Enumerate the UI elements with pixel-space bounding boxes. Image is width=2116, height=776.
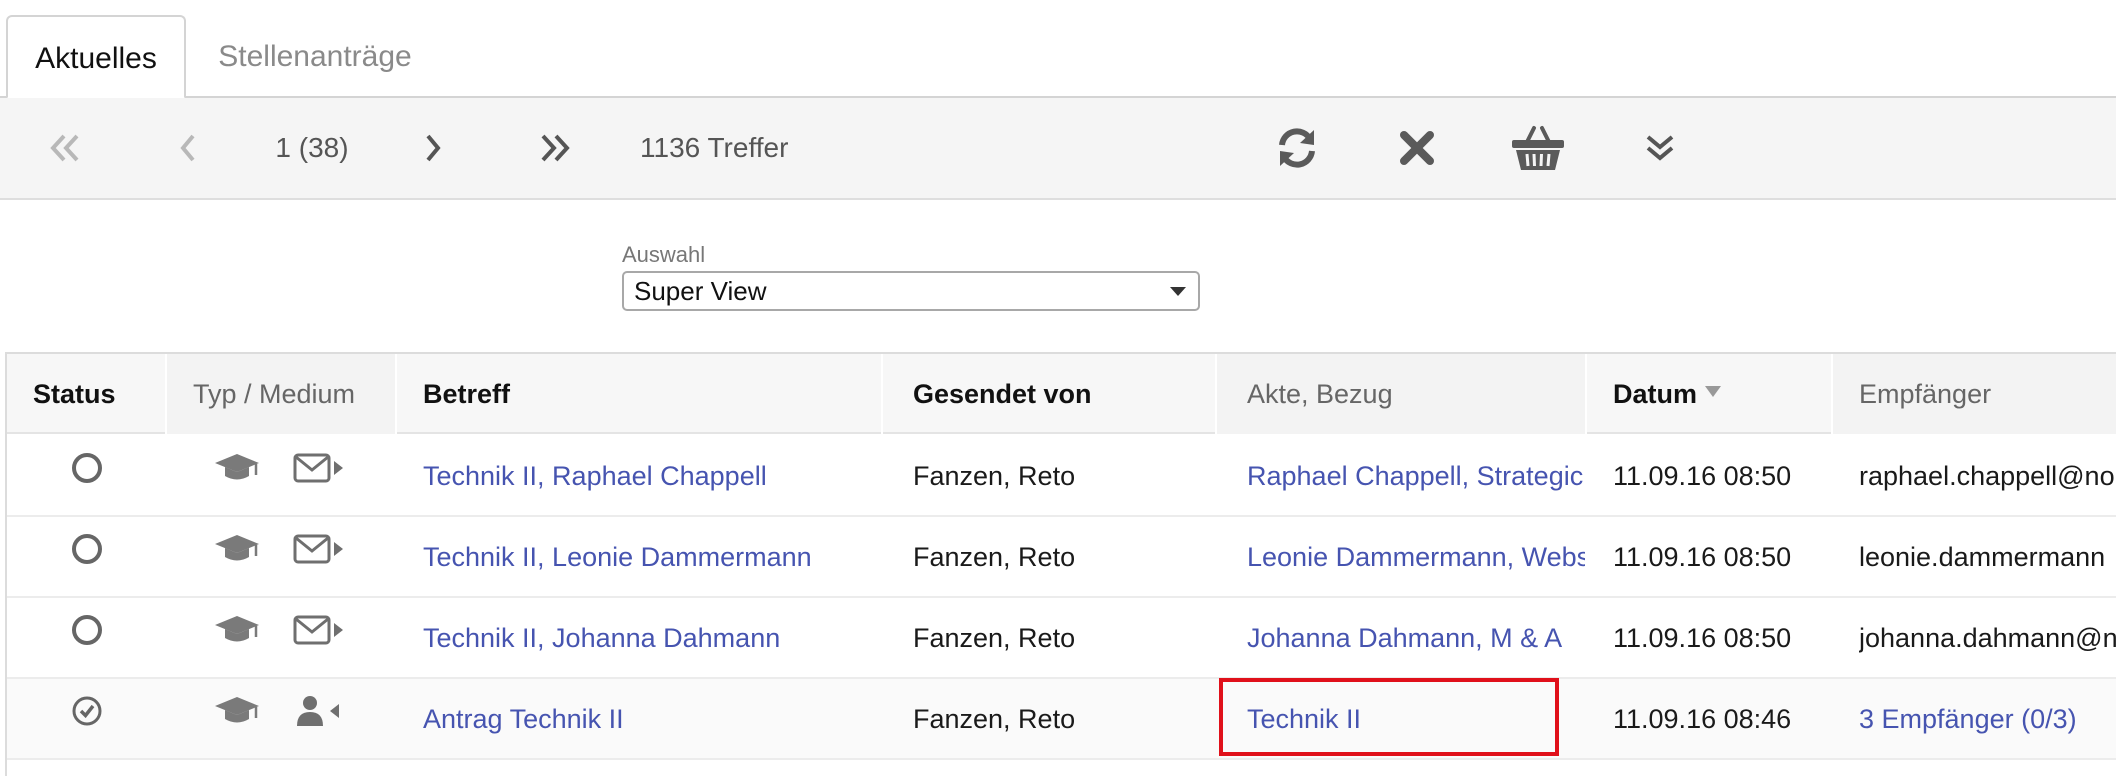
chevron-down-icon — [1170, 287, 1186, 296]
table-row[interactable]: Technik II, Leonie Dammermann Fanzen, Ret… — [7, 517, 2116, 598]
betreff-link[interactable]: Technik II, Raphael Chappell — [423, 436, 873, 516]
column-gesendet-von[interactable]: Gesendet von — [883, 354, 1217, 434]
gesendet-von-value: Fanzen, Reto — [913, 542, 1076, 572]
status-cell — [7, 517, 167, 597]
circle-empty-icon — [70, 517, 104, 597]
graduation-cap-icon — [214, 598, 260, 678]
sort-desc-icon — [1705, 386, 1722, 398]
basket-button[interactable] — [1508, 98, 1568, 198]
circle-empty-icon — [70, 436, 104, 516]
datum-value: 11.09.16 08:50 — [1613, 623, 1792, 653]
medium-cell — [279, 436, 359, 516]
envelope-outgoing-icon — [293, 436, 345, 516]
gesendet-von-value: Fanzen, Reto — [913, 704, 1076, 734]
envelope-outgoing-icon — [293, 598, 345, 678]
column-typ-medium[interactable]: Typ / Medium — [167, 354, 397, 434]
toolbar: 1 (38) 1136 Treffer — [0, 98, 2116, 200]
type-cell — [197, 598, 277, 678]
page-indicator: 1 (38) — [275, 132, 349, 163]
view-select-value: Super View — [634, 276, 767, 306]
type-cell — [197, 517, 277, 597]
person-incoming-icon — [293, 679, 345, 759]
table-row[interactable]: Technik II, Raphael Chappell Fanzen, Reto… — [7, 436, 2116, 517]
graduation-cap-icon — [214, 679, 260, 759]
selection-label: Auswahl — [622, 242, 706, 267]
gesendet-von-value: Fanzen, Reto — [913, 623, 1076, 653]
datum-value: 11.09.16 08:46 — [1613, 704, 1792, 734]
first-page-button[interactable] — [40, 98, 90, 198]
status-cell — [7, 598, 167, 678]
akte-link[interactable]: Johanna Dahmann, M & A — [1247, 598, 1585, 678]
chevron-left-icon — [180, 134, 195, 162]
empfaenger-value: johanna.dahmann@n — [1859, 623, 2116, 653]
column-akte-bezug[interactable]: Akte, Bezug — [1217, 354, 1587, 434]
column-datum[interactable]: Datum — [1587, 354, 1833, 434]
medium-cell — [279, 517, 359, 597]
column-betreff[interactable]: Betreff — [397, 354, 883, 434]
hit-count: 1136 Treffer — [640, 132, 789, 163]
last-page-button[interactable] — [530, 98, 580, 198]
double-chevron-left-icon — [50, 134, 79, 162]
close-icon — [1400, 131, 1434, 165]
tab-aktuelles[interactable]: Aktuelles — [6, 15, 186, 99]
betreff-link[interactable]: Antrag Technik II — [423, 679, 873, 759]
akte-link[interactable]: Raphael Chappell, Strategic I — [1247, 436, 1585, 516]
status-cell — [7, 679, 167, 759]
type-cell — [197, 679, 277, 759]
column-empfaenger[interactable]: Empfänger — [1833, 354, 2116, 434]
status-cell — [7, 436, 167, 516]
circle-empty-icon — [70, 598, 104, 678]
table-row[interactable]: Antrag Technik II Fanzen, Reto Technik II 1… — [7, 679, 2116, 760]
refresh-icon — [1279, 128, 1315, 168]
graduation-cap-icon — [214, 517, 260, 597]
gesendet-von-value: Fanzen, Reto — [913, 461, 1076, 491]
refresh-button[interactable] — [1270, 98, 1324, 198]
clear-button[interactable] — [1392, 98, 1442, 198]
next-page-button[interactable] — [413, 98, 453, 198]
double-chevron-right-icon — [541, 134, 570, 162]
graduation-cap-icon — [214, 436, 260, 516]
datum-value: 11.09.16 08:50 — [1613, 461, 1792, 491]
tab-stellenantraege[interactable]: Stellenanträge — [200, 15, 430, 99]
circle-check-icon — [70, 679, 104, 759]
tab-bar: Aktuelles Stellenanträge — [0, 0, 2116, 99]
akte-link[interactable]: Leonie Dammermann, Webs — [1247, 517, 1585, 597]
type-cell — [197, 436, 277, 516]
table-row[interactable]: Technik II, Johanna Dahmann Fanzen, Reto J… — [7, 598, 2116, 679]
medium-cell — [279, 598, 359, 678]
basket-icon — [1512, 126, 1564, 170]
view-select[interactable]: Super View — [622, 271, 1200, 311]
column-status[interactable]: Status — [7, 354, 167, 434]
empfaenger-value: raphael.chappell@nor — [1859, 461, 2116, 491]
expand-button[interactable] — [1640, 98, 1680, 198]
chevron-right-icon — [426, 134, 441, 162]
column-datum-label: Datum — [1613, 379, 1698, 409]
prev-page-button[interactable] — [168, 98, 208, 198]
double-chevron-down-icon — [1646, 135, 1674, 161]
empfaenger-value: leonie.dammermann — [1859, 542, 2106, 572]
envelope-outgoing-icon — [293, 517, 345, 597]
empfaenger-value[interactable]: 3 Empfänger (0/3) — [1859, 679, 2116, 759]
highlight-box — [1219, 678, 1559, 756]
messages-table: Status Typ / Medium Betreff Gesendet von… — [5, 352, 2116, 776]
table-header: Status Typ / Medium Betreff Gesendet von… — [7, 354, 2116, 434]
datum-value: 11.09.16 08:50 — [1613, 542, 1792, 572]
medium-cell — [279, 679, 359, 759]
betreff-link[interactable]: Technik II, Johanna Dahmann — [423, 598, 873, 678]
betreff-link[interactable]: Technik II, Leonie Dammermann — [423, 517, 873, 597]
